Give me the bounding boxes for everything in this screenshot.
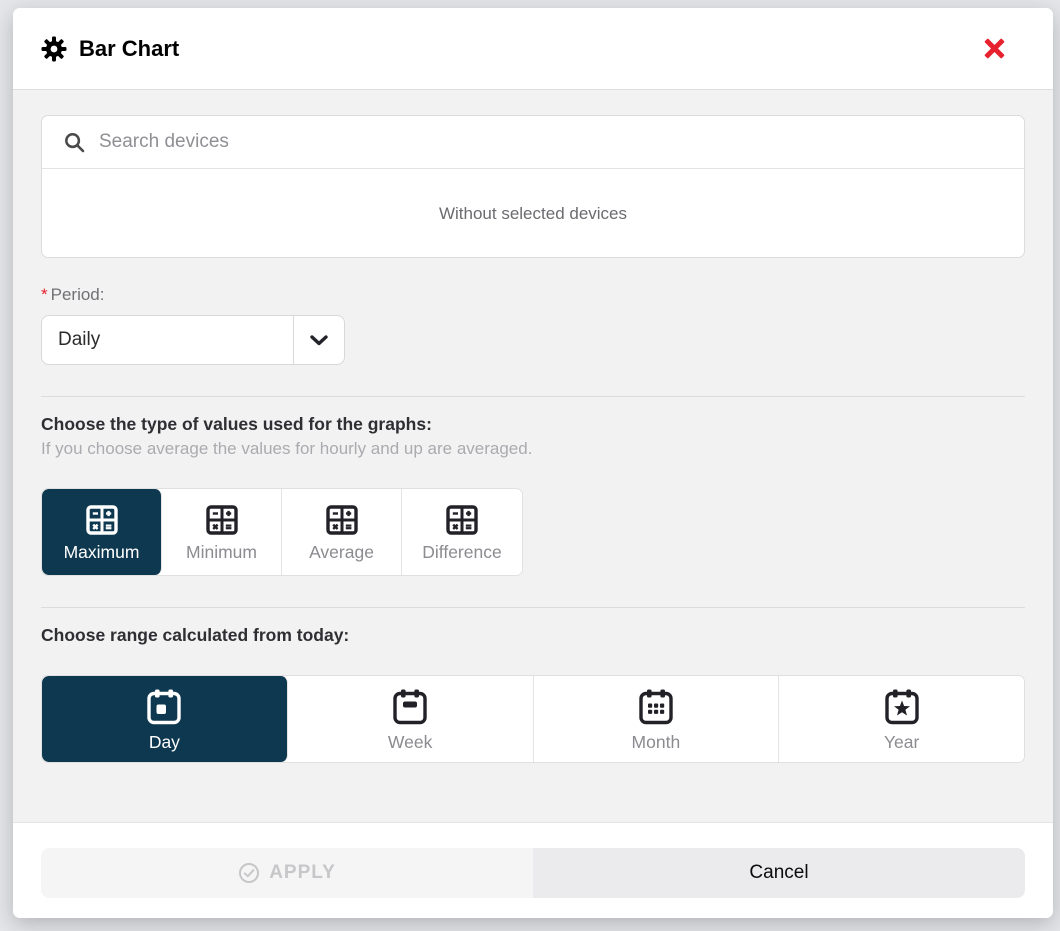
- check-circle-icon: [238, 862, 260, 884]
- calendar-week-icon: [393, 689, 427, 725]
- required-asterisk: *: [41, 285, 48, 304]
- value-type-label: Difference: [422, 542, 501, 563]
- calculator-icon: [206, 505, 238, 535]
- calculator-icon: [326, 505, 358, 535]
- cancel-label: Cancel: [749, 862, 808, 884]
- device-list-empty-area: Without selected devices: [42, 169, 1024, 258]
- range-label: Week: [388, 732, 432, 753]
- value-type-label: Maximum: [64, 542, 140, 563]
- bar-chart-dialog: Bar Chart W: [13, 8, 1053, 918]
- search-icon: [64, 132, 85, 153]
- range-year-button[interactable]: Year: [779, 676, 1024, 762]
- value-type-difference-button[interactable]: Difference: [402, 489, 522, 575]
- dialog-title: Bar Chart: [79, 36, 179, 62]
- calculator-icon: [446, 505, 478, 535]
- apply-button[interactable]: APPLY: [41, 848, 533, 898]
- dialog-footer: APPLY Cancel: [13, 822, 1053, 918]
- close-icon[interactable]: [977, 32, 1011, 66]
- chevron-down-icon[interactable]: [293, 316, 344, 364]
- value-type-heading: Choose the type of values used for the g…: [41, 414, 1025, 435]
- footer-buttons: APPLY Cancel: [41, 848, 1025, 898]
- apply-label: APPLY: [269, 862, 336, 884]
- gear-icon: [41, 36, 67, 62]
- range-heading: Choose range calculated from today:: [41, 625, 1025, 646]
- range-button-group: Day Week Month Year: [41, 675, 1025, 763]
- period-label-text: Period:: [51, 285, 105, 304]
- range-label: Day: [149, 732, 180, 753]
- value-type-button-group: Maximum Minimum Average Difference: [41, 488, 523, 576]
- value-type-label: Minimum: [186, 542, 257, 563]
- value-type-maximum-button[interactable]: Maximum: [42, 489, 162, 575]
- calendar-day-icon: [147, 689, 181, 725]
- dialog-header: Bar Chart: [13, 8, 1053, 90]
- period-label: *Period:: [41, 285, 1025, 305]
- calendar-year-icon: [885, 689, 919, 725]
- device-search-row: [42, 116, 1024, 169]
- period-select[interactable]: Daily: [41, 315, 345, 365]
- value-type-minimum-button[interactable]: Minimum: [162, 489, 282, 575]
- empty-devices-text: Without selected devices: [439, 204, 627, 224]
- divider: [41, 396, 1025, 397]
- range-day-button[interactable]: Day: [42, 676, 288, 762]
- value-type-subheading: If you choose average the values for hou…: [41, 439, 1025, 459]
- range-month-button[interactable]: Month: [534, 676, 780, 762]
- range-label: Month: [632, 732, 681, 753]
- cancel-button[interactable]: Cancel: [533, 848, 1025, 898]
- calendar-month-icon: [639, 689, 673, 725]
- search-devices-input[interactable]: [99, 131, 1002, 153]
- range-label: Year: [884, 732, 919, 753]
- value-type-average-button[interactable]: Average: [282, 489, 402, 575]
- device-picker-card: Without selected devices: [41, 115, 1025, 258]
- range-week-button[interactable]: Week: [288, 676, 534, 762]
- divider: [41, 607, 1025, 608]
- value-type-label: Average: [309, 542, 374, 563]
- period-selected-value: Daily: [42, 329, 293, 351]
- calculator-icon: [86, 505, 118, 535]
- dialog-body: Without selected devices *Period: Daily …: [13, 90, 1053, 822]
